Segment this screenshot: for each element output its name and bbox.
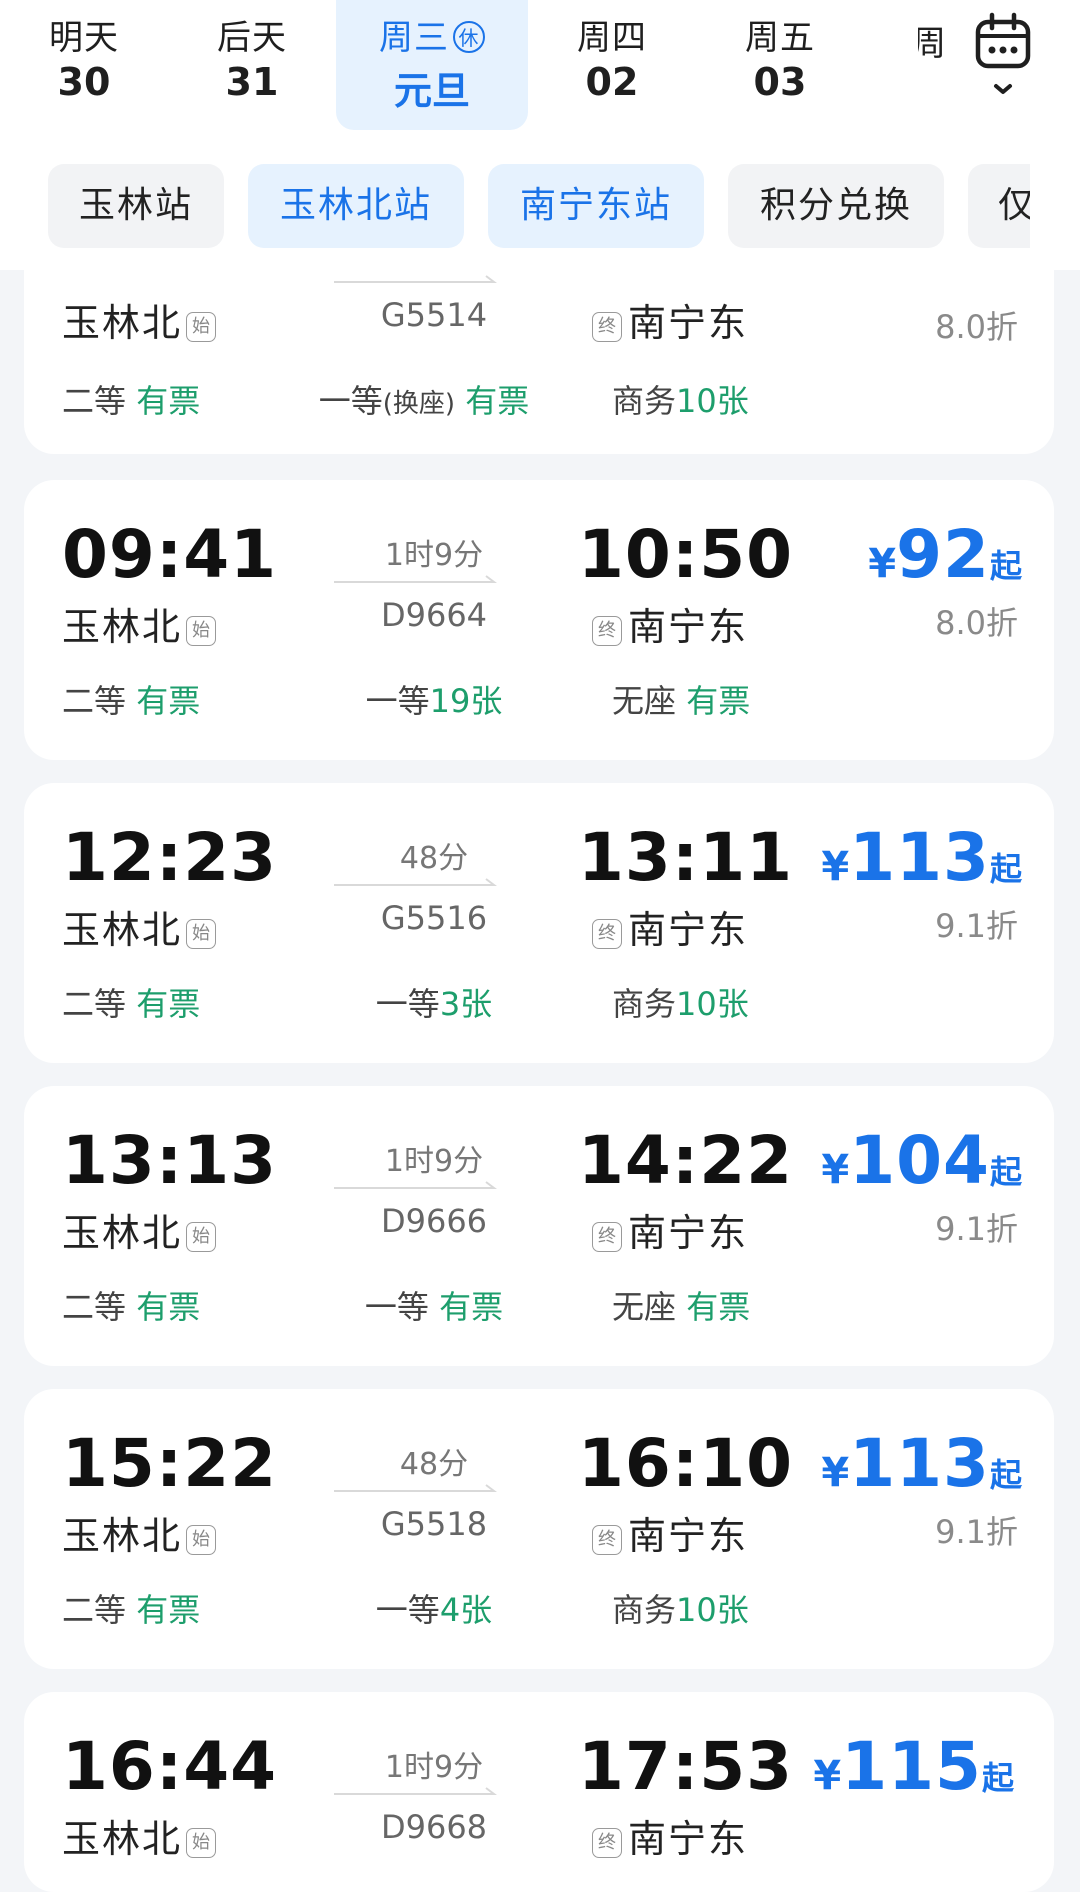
departure-station: 玉林北始 xyxy=(62,292,217,347)
route-arrow-icon xyxy=(334,1181,497,1189)
origin-tag-icon: 始 xyxy=(186,919,217,949)
travel-duration: 1时9分 xyxy=(384,1144,484,1179)
seat-no-seat: 无座 有票 xyxy=(612,682,751,720)
discount-label: 8.0折 xyxy=(935,604,1018,642)
train-number: D9668 xyxy=(380,1808,488,1846)
train-number: D9666 xyxy=(380,1202,488,1240)
travel-duration: 48分 xyxy=(399,1447,469,1482)
date-tab-friday[interactable]: 周五 03 xyxy=(696,0,864,130)
price-label: ¥113起 xyxy=(821,1425,1022,1502)
train-card-G5516[interactable]: 12:23 48分 G5516 13:11 玉林北始 终南宁东 ¥113起 9.… xyxy=(24,783,1054,1063)
departure-station: 玉林北始 xyxy=(62,1202,217,1257)
seat-first-class: 一等 有票 xyxy=(364,1288,504,1326)
seat-business-class: 商务10张 xyxy=(612,382,749,420)
origin-tag-icon: 始 xyxy=(186,312,217,342)
terminal-tag-icon: 终 xyxy=(592,312,622,342)
arrival-station: 终南宁东 xyxy=(592,292,748,347)
chip-yulin-station[interactable]: 玉林站 xyxy=(48,164,224,248)
departure-time: 12:23 xyxy=(62,819,278,896)
seat-second-class: 二等 有票 xyxy=(62,1591,201,1629)
date-tab-thursday[interactable]: 周四 02 xyxy=(528,0,696,130)
calendar-button[interactable] xyxy=(960,10,1080,110)
chip-nanning-east-station[interactable]: 南宁东站 xyxy=(488,164,704,248)
seat-second-class: 二等 有票 xyxy=(62,1288,201,1326)
scroll-fade xyxy=(848,20,918,110)
discount-label: 9.1折 xyxy=(935,1210,1018,1248)
train-number: G5516 xyxy=(380,899,488,937)
travel-duration: 48分 xyxy=(399,841,469,876)
travel-duration: 1时9分 xyxy=(384,1750,484,1785)
departure-station: 玉林北始 xyxy=(62,1808,217,1863)
terminal-tag-icon: 终 xyxy=(592,1828,622,1858)
date-selector: 明天 30 后天 31 周三休 元旦 周四 02 周五 03 周 xyxy=(0,0,1080,140)
route-arrow-icon xyxy=(334,1484,497,1492)
station-filter-bar: 玉林站 玉林北站 南宁东站 积分兑换 仅 xyxy=(0,140,1080,270)
discount-label: 9.1折 xyxy=(935,1513,1018,1551)
seat-second-class: 二等 有票 xyxy=(62,382,201,420)
arrival-time: 14:22 xyxy=(578,1122,794,1199)
route-arrow-icon xyxy=(334,878,497,886)
departure-time: 16:44 xyxy=(62,1728,278,1805)
holiday-rest-badge: 休 xyxy=(453,21,485,53)
train-card-G5518[interactable]: 15:22 48分 G5518 16:10 玉林北始 终南宁东 ¥113起 9.… xyxy=(24,1389,1054,1669)
calendar-icon xyxy=(975,12,1031,94)
route-arrow-icon xyxy=(334,275,497,283)
origin-tag-icon: 始 xyxy=(186,1222,217,1252)
arrival-station: 终南宁东 xyxy=(592,1505,748,1560)
train-card-D9664[interactable]: 09:41 1时9分 D9664 10:50 玉林北始 终南宁东 ¥92起 8.… xyxy=(24,480,1054,760)
discount-label: 8.0折 xyxy=(935,308,1018,346)
departure-station: 玉林北始 xyxy=(62,596,217,651)
departure-station: 玉林北始 xyxy=(62,1505,217,1560)
train-card-D9668[interactable]: 16:44 1时9分 D9668 17:53 玉林北始 终南宁东 ¥115起 xyxy=(24,1692,1054,1892)
arrival-time: 13:11 xyxy=(578,819,794,896)
origin-tag-icon: 始 xyxy=(186,1828,217,1858)
arrival-station: 终南宁东 xyxy=(592,596,748,651)
arrival-time: 16:10 xyxy=(578,1425,794,1502)
chip-yulin-north-station[interactable]: 玉林北站 xyxy=(248,164,464,248)
route-arrow-icon xyxy=(334,575,497,583)
chip-bar-edge xyxy=(1030,140,1080,270)
arrival-time: 17:53 xyxy=(578,1728,794,1805)
chip-points-exchange[interactable]: 积分兑换 xyxy=(728,164,944,248)
seat-no-seat: 无座 有票 xyxy=(612,1288,751,1326)
travel-duration: 1时9分 xyxy=(384,538,484,573)
discount-label: 9.1折 xyxy=(935,907,1018,945)
train-number: D9664 xyxy=(380,596,488,634)
price-label: ¥92起 xyxy=(868,516,1022,593)
price-label: ¥115起 xyxy=(813,1728,1014,1805)
price-label: ¥104起 xyxy=(821,1122,1022,1199)
arrival-station: 终南宁东 xyxy=(592,899,748,954)
arrival-station: 终南宁东 xyxy=(592,1808,748,1863)
seat-business-class: 商务10张 xyxy=(612,1591,749,1629)
date-tab-tomorrow[interactable]: 明天 30 xyxy=(0,0,168,130)
chevron-down-icon xyxy=(994,84,1012,94)
seat-first-class: 一等(换座) 有票 xyxy=(318,382,530,420)
seat-first-class: 一等4张 xyxy=(375,1591,493,1629)
terminal-tag-icon: 终 xyxy=(592,1525,622,1555)
price-label: ¥113起 xyxy=(821,819,1022,896)
date-tab-new-year[interactable]: 周三休 元旦 xyxy=(336,0,528,130)
departure-time: 13:13 xyxy=(62,1122,278,1199)
train-card-D9666[interactable]: 13:13 1时9分 D9666 14:22 玉林北始 终南宁东 ¥104起 9… xyxy=(24,1086,1054,1366)
departure-time: 15:22 xyxy=(62,1425,278,1502)
seat-second-class: 二等 有票 xyxy=(62,985,201,1023)
seat-first-class: 一等19张 xyxy=(365,682,503,720)
departure-station: 玉林北始 xyxy=(62,899,217,954)
route-arrow-icon xyxy=(334,1787,497,1795)
seat-first-class: 一等3张 xyxy=(375,985,493,1023)
date-tab-day-after[interactable]: 后天 31 xyxy=(168,0,336,130)
terminal-tag-icon: 终 xyxy=(592,919,622,949)
arrival-time: 10:50 xyxy=(578,516,794,593)
seat-business-class: 商务10张 xyxy=(612,985,749,1023)
train-number: G5514 xyxy=(380,296,488,334)
terminal-tag-icon: 终 xyxy=(592,1222,622,1252)
train-number: G5518 xyxy=(380,1505,488,1543)
origin-tag-icon: 始 xyxy=(186,616,217,646)
departure-time: 09:41 xyxy=(62,516,278,593)
seat-second-class: 二等 有票 xyxy=(62,682,201,720)
arrival-station: 终南宁东 xyxy=(592,1202,748,1257)
origin-tag-icon: 始 xyxy=(186,1525,217,1555)
terminal-tag-icon: 终 xyxy=(592,616,622,646)
train-list: 玉林北始 G5514 终南宁东 8.0折 二等 有票 一等(换座) 有票 商务1… xyxy=(0,0,1080,1892)
